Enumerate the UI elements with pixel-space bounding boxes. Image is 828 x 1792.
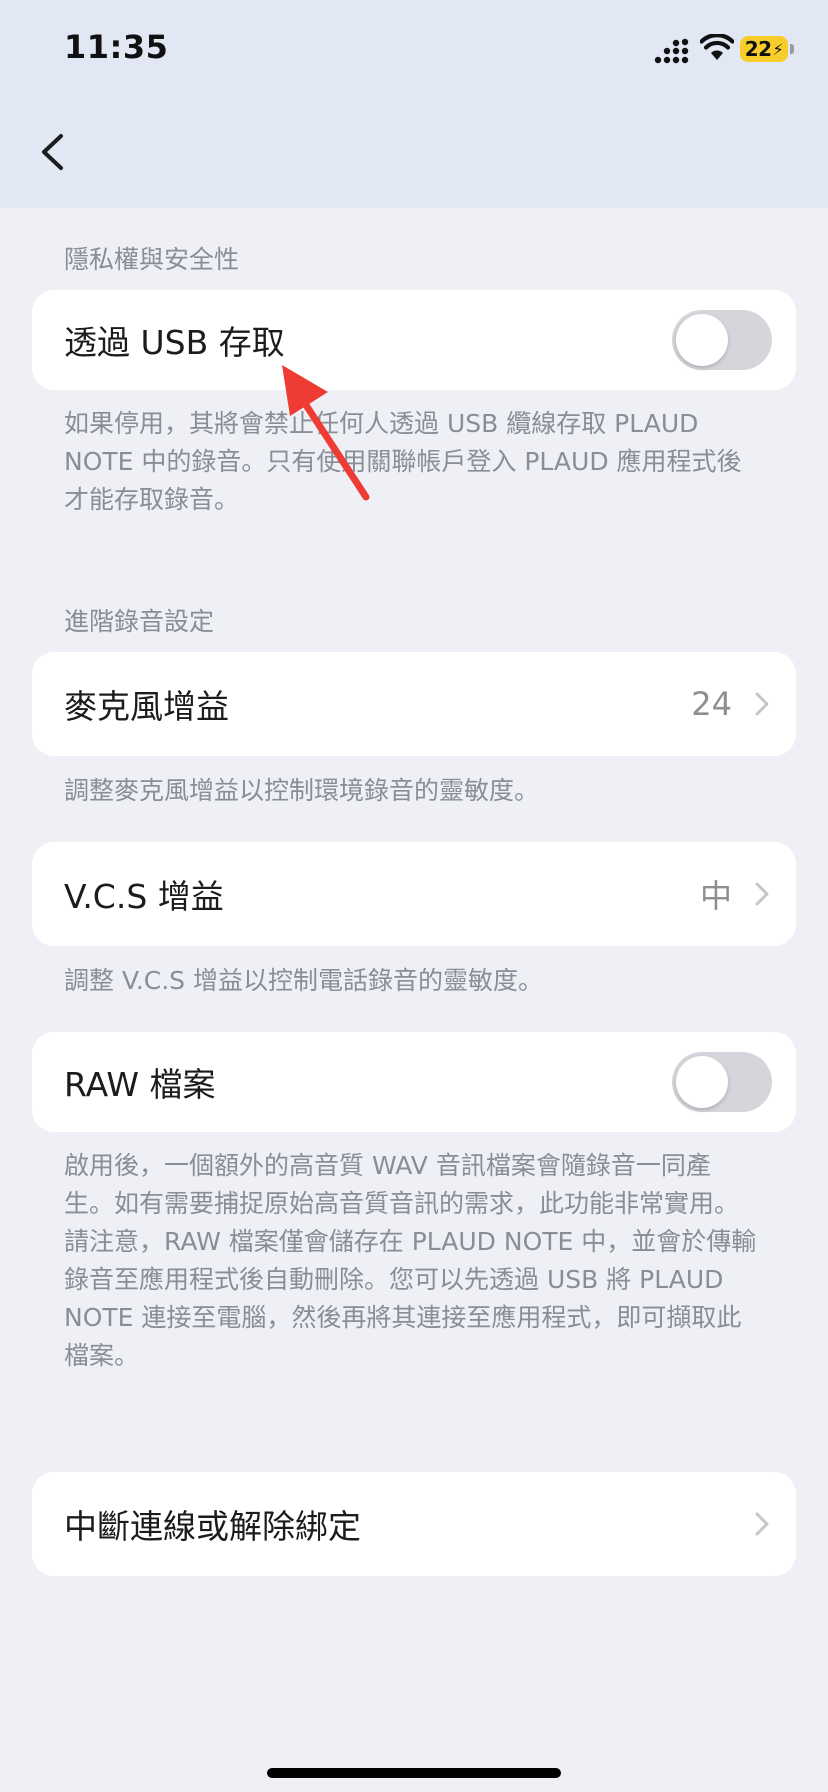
toggle-knob (676, 1056, 728, 1108)
raw-desc-line: 請注意，RAW 檔案僅會儲存在 PLAUD NOTE 中，並會於傳輸 (64, 1227, 757, 1256)
chevron-right-icon (755, 882, 769, 906)
raw-desc-line: 啟用後，一個額外的高音質 WAV 音訊檔案會隨錄音一同產 (64, 1151, 711, 1180)
section-title-advanced: 進階錄音設定 (64, 607, 215, 636)
section-title-privacy: 隱私權與安全性 (64, 245, 240, 274)
battery-nub (790, 44, 794, 54)
usb-desc-line: NOTE 中的錄音。只有使用關聯帳戶登入 PLAUD 應用程式後 (64, 447, 742, 476)
disconnect-row[interactable]: 中斷連線或解除綁定 (32, 1472, 796, 1576)
usb-access-description: 如果停用，其將會禁止任何人透過 USB 纜線存取 PLAUD NOTE 中的錄音… (64, 405, 776, 519)
usb-desc-line: 如果停用，其將會禁止任何人透過 USB 纜線存取 PLAUD (64, 409, 699, 438)
header: 11:35 22 ⚡ (0, 0, 828, 208)
usb-desc-line: 才能存取錄音。 (64, 485, 240, 514)
raw-file-toggle[interactable] (672, 1052, 772, 1112)
vcs-gain-value: 中 (699, 877, 732, 915)
chevron-left-icon (42, 134, 63, 170)
raw-file-description: 啟用後，一個額外的高音質 WAV 音訊檔案會隨錄音一同產 生。如有需要捕捉原始高… (64, 1147, 776, 1375)
usb-access-toggle[interactable] (672, 310, 772, 370)
mic-gain-label: 麥克風增益 (64, 687, 229, 726)
toggle-knob (676, 314, 728, 366)
usb-access-label: 透過 USB 存取 (64, 323, 285, 362)
raw-file-label: RAW 檔案 (64, 1065, 216, 1104)
raw-desc-line: 生。如有需要捕捉原始高音質音訊的需求，此功能非常實用。 (64, 1189, 740, 1218)
raw-file-row[interactable]: RAW 檔案 (32, 1032, 796, 1132)
mic-gain-description: 調整麥克風增益以控制環境錄音的靈敏度。 (64, 776, 540, 805)
vcs-gain-description: 調整 V.C.S 增益以控制電話錄音的靈敏度。 (64, 966, 543, 995)
wifi-icon (700, 34, 734, 60)
vcs-gain-row[interactable]: V.C.S 增益 中 (32, 842, 796, 946)
chevron-right-icon (755, 692, 769, 716)
cellular-signal-icon (654, 38, 689, 64)
mic-gain-value: 24 (691, 685, 732, 723)
back-button[interactable] (24, 124, 80, 180)
vcs-gain-label: V.C.S 增益 (64, 877, 224, 916)
home-indicator (267, 1768, 561, 1778)
battery-level: 22 (744, 37, 772, 61)
status-time: 11:35 (64, 28, 169, 66)
usb-access-row[interactable]: 透過 USB 存取 (32, 290, 796, 390)
disconnect-label: 中斷連線或解除綁定 (64, 1507, 361, 1546)
raw-desc-line: 錄音至應用程式後自動刪除。您可以先透過 USB 將 PLAUD (64, 1265, 724, 1294)
chevron-right-icon (755, 1512, 769, 1536)
mic-gain-row[interactable]: 麥克風增益 24 (32, 652, 796, 756)
charging-bolt-icon: ⚡ (772, 39, 784, 59)
battery-indicator: 22 ⚡ (740, 36, 788, 62)
annotation-arrow-icon (282, 365, 370, 501)
raw-desc-line: NOTE 連接至電腦，然後再將其連接至應用程式，即可擷取此 (64, 1303, 742, 1332)
raw-desc-line: 檔案。 (64, 1341, 140, 1370)
